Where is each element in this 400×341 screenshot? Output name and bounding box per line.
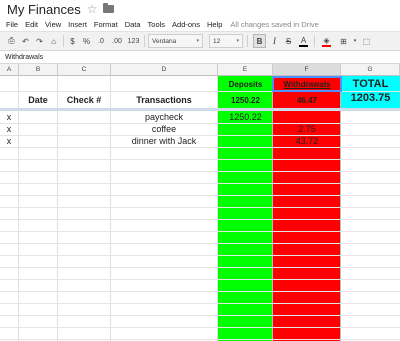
row-marker[interactable]: x: [0, 112, 18, 123]
font-size-select[interactable]: 12 ▾: [209, 34, 243, 48]
font-family-select[interactable]: Verdana ▾: [148, 34, 203, 48]
undo-icon[interactable]: ↶: [20, 34, 31, 48]
formula-value: Withdrawals: [5, 54, 44, 61]
more-formats-button[interactable]: 123: [127, 34, 140, 48]
font-family-value: Verdana: [152, 37, 177, 45]
transaction-cell[interactable]: coffee: [111, 124, 217, 135]
grid-line: [0, 159, 400, 160]
column-header-d[interactable]: D: [111, 64, 218, 76]
deposit-cell[interactable]: 1250.22: [218, 112, 273, 123]
deposits-header[interactable]: Deposits: [218, 79, 273, 90]
total-header[interactable]: TOTAL: [341, 78, 400, 91]
chevron-down-icon: ▾: [236, 38, 239, 44]
menu-file[interactable]: File: [6, 20, 18, 29]
grid-line: [0, 195, 400, 196]
grid-line: [0, 255, 400, 256]
row-marker[interactable]: x: [0, 136, 18, 147]
transactions-header[interactable]: Transactions: [111, 95, 217, 106]
grid-line: [0, 243, 400, 244]
toolbar: ⎙ ↶ ↷ ⌂ $ % .0 .00 123 Verdana ▾ 12 ▾ B …: [0, 31, 400, 51]
menu-edit[interactable]: Edit: [25, 20, 38, 29]
menu-bar: File Edit View Insert Format Data Tools …: [0, 18, 400, 30]
grid-line: [0, 147, 400, 148]
toolbar-divider: [144, 35, 145, 47]
star-icon[interactable]: ☆: [87, 3, 98, 15]
grid-line: [340, 76, 341, 341]
decrease-decimals-button[interactable]: .0: [95, 34, 107, 48]
formula-bar[interactable]: Withdrawals: [0, 52, 400, 64]
font-size-value: 12: [213, 37, 221, 45]
transaction-cell[interactable]: paycheck: [111, 112, 217, 123]
percent-format-button[interactable]: %: [81, 34, 92, 48]
column-header-e[interactable]: E: [218, 64, 273, 76]
menu-help[interactable]: Help: [207, 20, 222, 29]
check-number-header[interactable]: Check #: [58, 95, 110, 106]
folder-icon[interactable]: [103, 3, 115, 13]
increase-decimals-button[interactable]: .00: [110, 34, 124, 48]
deposits-sum[interactable]: 1250.22: [218, 95, 273, 106]
print-icon[interactable]: ⎙: [6, 34, 17, 48]
bold-button[interactable]: B: [253, 34, 266, 48]
grid-line: [0, 231, 400, 232]
grid-line: [0, 207, 400, 208]
frozen-rows-divider[interactable]: [0, 108, 400, 111]
column-header-f[interactable]: F: [273, 64, 341, 76]
title-bar: My Finances ☆: [0, 0, 400, 18]
grid-line: [0, 327, 400, 328]
chevron-down-icon: ▾: [196, 38, 199, 44]
chevron-down-icon[interactable]: ▾: [352, 34, 358, 48]
row-marker[interactable]: x: [0, 124, 18, 135]
fill-color-swatch: [322, 44, 331, 47]
menu-view[interactable]: View: [45, 20, 61, 29]
menu-insert[interactable]: Insert: [68, 20, 87, 29]
text-color-swatch: [299, 44, 308, 47]
borders-icon[interactable]: ⊞: [338, 34, 349, 48]
document-title[interactable]: My Finances: [7, 2, 81, 17]
withdrawals-sum[interactable]: 46.47: [273, 95, 341, 106]
grid-line: [0, 291, 400, 292]
menu-tools[interactable]: Tools: [148, 20, 166, 29]
transaction-cell[interactable]: dinner with Jack: [111, 136, 217, 147]
fill-color-button[interactable]: ◈: [320, 34, 333, 48]
toolbar-divider: [247, 35, 248, 47]
date-header[interactable]: Date: [19, 95, 57, 106]
text-color-icon: A: [300, 35, 307, 45]
grid-line: [0, 219, 400, 220]
column-header-b[interactable]: B: [19, 64, 58, 76]
menu-data[interactable]: Data: [125, 20, 141, 29]
grid-line: [0, 315, 400, 316]
grid-line: [0, 171, 400, 172]
toolbar-divider: [63, 35, 64, 47]
column-header-g[interactable]: G: [341, 64, 400, 76]
withdrawals-column-fill: [273, 76, 341, 341]
strikethrough-button[interactable]: S: [283, 34, 294, 48]
active-cell-selection: [272, 76, 342, 92]
grid-body[interactable]: Deposits Withdrawals TOTAL Date Check # …: [0, 76, 400, 341]
grid-line: [0, 267, 400, 268]
column-header-a[interactable]: A: [0, 64, 19, 76]
grid-line: [0, 183, 400, 184]
grid-line: [0, 339, 400, 340]
withdrawal-cell[interactable]: 43.72: [273, 136, 341, 147]
spreadsheet-grid[interactable]: A B C D E F G Deposits Withdrawals TOTAL…: [0, 64, 400, 341]
toolbar-divider: [314, 35, 315, 47]
grid-line: [57, 76, 58, 341]
paint-format-icon[interactable]: ⌂: [48, 34, 59, 48]
column-header-c[interactable]: C: [58, 64, 111, 76]
grid-line: [0, 303, 400, 304]
menu-add-ons[interactable]: Add-ons: [172, 20, 200, 29]
withdrawal-cell[interactable]: 2.75: [273, 124, 341, 135]
merge-cells-icon[interactable]: ⬚: [361, 34, 372, 48]
text-color-button[interactable]: A: [297, 34, 310, 48]
menu-format[interactable]: Format: [94, 20, 118, 29]
redo-icon[interactable]: ↷: [34, 34, 45, 48]
currency-format-button[interactable]: $: [67, 34, 78, 48]
fill-color-icon: ◈: [323, 35, 330, 45]
grid-line: [18, 76, 19, 341]
save-status: All changes saved in Drive: [230, 19, 319, 29]
italic-button[interactable]: I: [269, 34, 280, 48]
grid-line: [0, 279, 400, 280]
total-value[interactable]: 1203.75: [341, 92, 400, 105]
